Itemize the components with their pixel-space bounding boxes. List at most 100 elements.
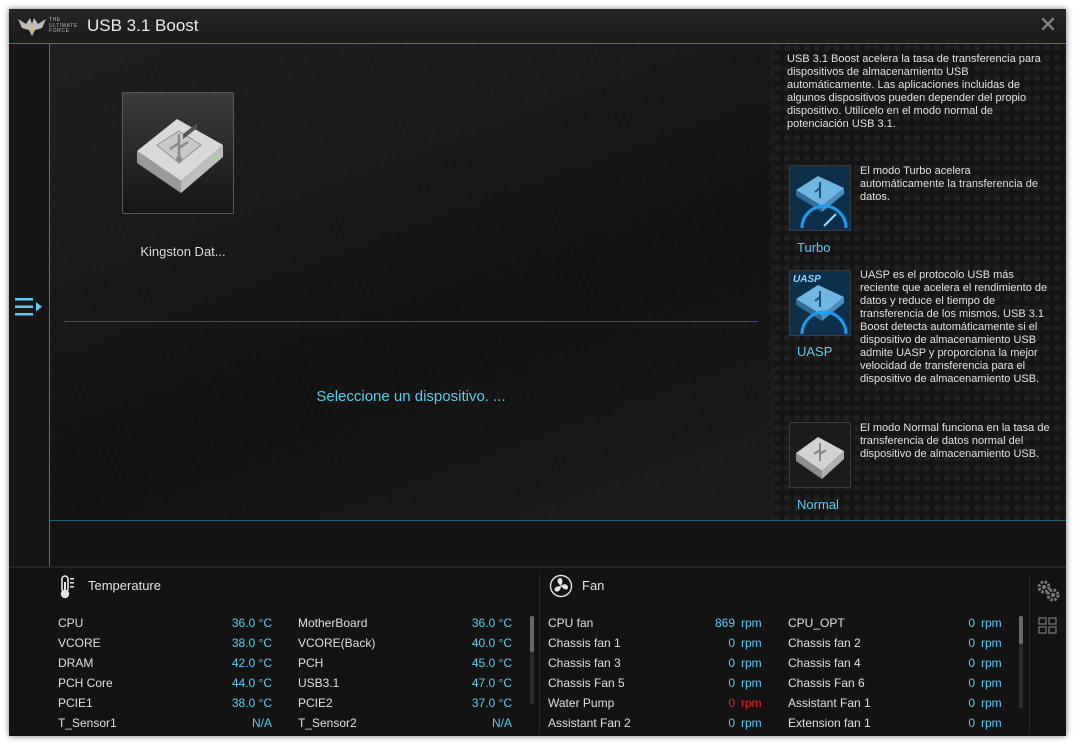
temp-sensor-value: 42.0 °C bbox=[231, 656, 272, 670]
app-window: THE ULTIMATE FORCE USB 3.1 Boost ✕ Kings… bbox=[9, 9, 1066, 736]
tuf-eagle-logo-icon bbox=[18, 18, 46, 36]
fan-sensor-value: 0 bbox=[728, 696, 735, 710]
usb-drive-icon bbox=[137, 119, 223, 193]
toolbar-divider bbox=[1029, 574, 1030, 734]
fan-sensor-unit: rpm bbox=[741, 636, 762, 650]
fan-sensor-unit: rpm bbox=[981, 636, 1002, 650]
content-divider bbox=[64, 321, 758, 322]
title-bar: THE ULTIMATE FORCE USB 3.1 Boost ✕ bbox=[9, 9, 1066, 44]
temperature-scroll-thumb[interactable] bbox=[530, 616, 534, 652]
mode-desc-uasp: UASP es el protocolo USB más reciente qu… bbox=[860, 269, 1048, 385]
fan-sensor-value: 0 bbox=[728, 656, 735, 670]
temp-sensor-label: VCORE bbox=[58, 636, 101, 650]
temp-sensor-value: 36.0 °C bbox=[231, 616, 272, 630]
temp-sensor-label: PCH Core bbox=[58, 676, 113, 690]
fan-sensor-unit: rpm bbox=[741, 716, 762, 730]
fan-sensor-value: 0 bbox=[968, 696, 975, 710]
uasp-mode-icon: UASP bbox=[790, 271, 850, 335]
fan-sensor-unit: rpm bbox=[741, 696, 762, 710]
temp-sensor-value: N/A bbox=[491, 716, 512, 730]
fan-sensor-label: Extension fan 1 bbox=[788, 716, 871, 730]
select-device-prompt: Seleccione un dispositivo. ... bbox=[316, 388, 506, 405]
fan-sensor-unit: rpm bbox=[741, 616, 762, 630]
fan-sensor-value: 0 bbox=[968, 636, 975, 650]
gears-icon[interactable] bbox=[1035, 578, 1061, 604]
temp-sensor-label: PCIE1 bbox=[58, 696, 93, 710]
temp-sensor-label: T_Sensor2 bbox=[298, 716, 357, 730]
fan-sensor-value: 0 bbox=[968, 716, 975, 730]
fan-icon bbox=[549, 574, 573, 598]
temp-sensor-value: 38.0 °C bbox=[231, 636, 272, 650]
fan-sensor-unit: rpm bbox=[981, 656, 1002, 670]
fan-sensor-value: 0 bbox=[968, 676, 975, 690]
temp-sensor-value: 44.0 °C bbox=[231, 676, 272, 690]
fan-scrollbar[interactable] bbox=[1019, 616, 1023, 708]
fan-sensor-unit: rpm bbox=[981, 676, 1002, 690]
device-name: Kingston Dat... bbox=[140, 244, 226, 259]
device-area: Kingston Dat... Seleccione un dispositiv… bbox=[50, 44, 773, 520]
fan-sensor-value: 0 bbox=[968, 616, 975, 630]
temp-sensor-label: MotherBoard bbox=[298, 616, 368, 630]
menu-expand-icon[interactable] bbox=[13, 295, 45, 319]
close-icon: ✕ bbox=[1038, 12, 1058, 37]
device-tile[interactable] bbox=[122, 92, 234, 214]
temp-sensor-value: 37.0 °C bbox=[471, 696, 512, 710]
fan-sensor-value: 0 bbox=[968, 656, 975, 670]
fan-scroll-thumb[interactable] bbox=[1019, 616, 1023, 644]
logo-text: THE ULTIMATE FORCE bbox=[49, 17, 78, 34]
sidebar bbox=[9, 44, 50, 566]
fan-sensor-value: 0 bbox=[728, 676, 735, 690]
mode-desc-normal: El modo Normal funciona en la tasa de tr… bbox=[860, 422, 1050, 460]
fan-sensor-label: CPU_OPT bbox=[788, 616, 845, 630]
fan-sensor-label: Chassis Fan 6 bbox=[788, 676, 865, 690]
temp-sensor-label: CPU bbox=[58, 616, 84, 630]
fan-title: Fan bbox=[582, 578, 605, 593]
fan-sensor-value: 869 bbox=[714, 616, 735, 630]
fan-sensor-unit: rpm bbox=[981, 616, 1002, 630]
section-divider bbox=[539, 574, 540, 734]
fan-sensor-value: 0 bbox=[728, 636, 735, 650]
thermometer-icon bbox=[60, 575, 74, 599]
uasp-badge: UASP bbox=[793, 274, 821, 285]
fan-sensor-unit: rpm bbox=[981, 696, 1002, 710]
mode-label-normal[interactable]: Normal bbox=[797, 497, 839, 512]
turbo-mode-icon bbox=[790, 166, 850, 230]
mode-label-uasp[interactable]: UASP bbox=[797, 344, 832, 359]
normal-mode-icon bbox=[790, 423, 850, 487]
close-button[interactable]: ✕ bbox=[1038, 12, 1058, 37]
normal-mode-button[interactable] bbox=[789, 422, 851, 488]
fan-sensor-label: Assistant Fan 2 bbox=[548, 716, 631, 730]
fan-sensor-label: Chassis fan 2 bbox=[788, 636, 861, 650]
fan-sensor-unit: rpm bbox=[741, 676, 762, 690]
temp-sensor-value: N/A bbox=[251, 716, 272, 730]
fan-sensor-label: Assistant Fan 1 bbox=[788, 696, 871, 710]
fan-sensor-label: CPU fan bbox=[548, 616, 594, 630]
intro-description: USB 3.1 Boost acelera la tasa de transfe… bbox=[787, 53, 1041, 130]
uasp-mode-button[interactable]: UASP bbox=[789, 270, 851, 336]
spacer-area bbox=[50, 521, 1066, 566]
turbo-mode-button[interactable] bbox=[789, 165, 851, 231]
temp-sensor-value: 36.0 °C bbox=[471, 616, 512, 630]
info-panel: USB 3.1 Boost acelera la tasa de transfe… bbox=[773, 44, 1066, 520]
temperature-scrollbar[interactable] bbox=[530, 616, 534, 704]
temp-sensor-label: DRAM bbox=[58, 656, 94, 670]
temp-sensor-value: 38.0 °C bbox=[231, 696, 272, 710]
temp-sensor-label: VCORE(Back) bbox=[298, 636, 376, 650]
temp-sensor-value: 40.0 °C bbox=[471, 636, 512, 650]
fan-sensor-unit: rpm bbox=[741, 656, 762, 670]
fan-sensor-label: Chassis fan 1 bbox=[548, 636, 621, 650]
mode-desc-turbo: El modo Turbo acelera automáticamente la… bbox=[860, 165, 1038, 203]
fan-sensor-unit: rpm bbox=[981, 716, 1002, 730]
temp-sensor-label: T_Sensor1 bbox=[58, 716, 117, 730]
fan-sensor-label: Chassis fan 4 bbox=[788, 656, 861, 670]
temperature-title: Temperature bbox=[88, 578, 161, 593]
fan-sensor-label: Chassis fan 3 bbox=[548, 656, 621, 670]
app-title: USB 3.1 Boost bbox=[87, 16, 199, 35]
hardware-monitor-bar: Temperature CPU 36.0 °C VCORE 38.0 °C DRAM 42… bbox=[9, 566, 1066, 736]
temp-sensor-label: USB3.1 bbox=[298, 676, 340, 690]
fan-sensor-label: Water Pump bbox=[548, 696, 615, 710]
fan-sensor-value: 0 bbox=[728, 716, 735, 730]
grid-layout-icon[interactable] bbox=[1038, 617, 1058, 635]
fan-sensor-label: Chassis Fan 5 bbox=[548, 676, 625, 690]
mode-label-turbo[interactable]: Turbo bbox=[797, 240, 830, 255]
